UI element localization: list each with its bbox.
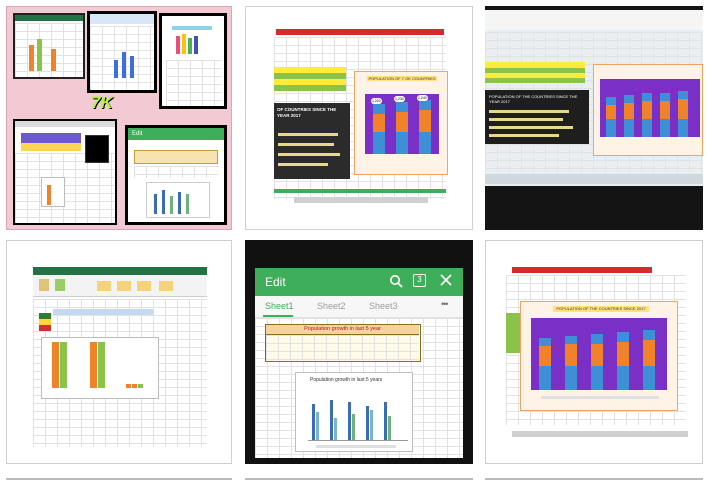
header-cells: [53, 309, 153, 315]
tile6-taskbar: [512, 431, 688, 437]
excel-title-bar: [33, 267, 207, 275]
mobile-chart-title: Population growth in last 5 years: [310, 377, 383, 383]
mobile-chart: Population growth in last 5 years: [295, 372, 413, 452]
monitor-side-title: POPULATION OF THE COUNTRIES SINCE THE YE…: [489, 94, 578, 104]
monitor-side-chart: POPULATION OF THE COUNTRIES SINCE THE YE…: [485, 90, 589, 144]
chart-plot-area: 1,220 1,234 1,240: [365, 94, 439, 154]
bar-chart: [41, 337, 159, 399]
sheet-tab-bar: Sheet1 Sheet2 Sheet3 •••: [255, 296, 463, 318]
sheet-tab-strip: [274, 189, 446, 193]
tab-sheet1[interactable]: Sheet1: [265, 301, 294, 311]
edit-label[interactable]: Edit: [265, 275, 286, 289]
monitor-taskbar: [485, 174, 703, 184]
collage-cell-spreadsheet-bottom-left: [13, 119, 117, 225]
thumbnail-collage[interactable]: 7K Edit: [6, 6, 232, 230]
bar-data-label: 1,240: [417, 95, 428, 101]
thumbnail-mobile-spreadsheet[interactable]: Edit 3 Sheet1 Sheet2 Sheet3 ••• Populati…: [245, 240, 473, 464]
main-chart-frame: POPULATION OF 7 OK COUNTRIES 1,220 1,234…: [354, 71, 448, 175]
flag-cell-red: [39, 325, 51, 331]
tile6-title-bar: [512, 267, 652, 273]
sheets-count-icon[interactable]: 3: [413, 274, 426, 287]
table-title: Population growth in last 5 year: [266, 325, 419, 334]
side-chart-title: OF COUNTRIES SINCE THE YEAR 2017: [277, 107, 337, 118]
close-icon[interactable]: [439, 273, 453, 287]
tab-sheet3[interactable]: Sheet3: [369, 301, 398, 311]
tile6-chart-title: POPULATION OF THE COUNTRIES SINCE 2017: [553, 306, 649, 312]
more-options-icon[interactable]: •••: [441, 299, 449, 309]
search-icon[interactable]: [389, 274, 403, 288]
tile6-chart-frame: POPULATION OF THE COUNTRIES SINCE 2017: [520, 301, 678, 411]
bar-data-label: 1,234: [394, 96, 405, 102]
side-chart-panel: OF COUNTRIES SINCE THE YEAR 2017: [274, 103, 350, 179]
data-table: Population growth in last 5 year: [265, 324, 421, 362]
thumbnail-excel-bar-chart[interactable]: [6, 240, 232, 464]
next-row-edge-center: [245, 478, 473, 480]
thumbnail-monitor-photo[interactable]: POPULATION OF THE COUNTRIES SINCE THE YE…: [485, 6, 703, 230]
title-bar: [276, 29, 444, 35]
badge-7k: 7K: [91, 93, 113, 112]
mobile-header: Edit 3: [255, 268, 463, 296]
tab-sheet2[interactable]: Sheet2: [317, 301, 346, 311]
tile6-plot-area: [531, 318, 667, 390]
next-row-edge-left: [6, 478, 232, 480]
collage-cell-chart-top-center: [87, 11, 157, 93]
monitor-main-chart: [593, 64, 703, 156]
bar-data-label: 1,220: [371, 98, 382, 104]
collage-edit-label: Edit: [132, 131, 143, 137]
collage-cell-spreadsheet-top-left: [13, 13, 85, 79]
next-row-edge-right: [485, 478, 703, 480]
main-chart-title: POPULATION OF 7 OK COUNTRIES: [367, 76, 437, 81]
monitor-screen: POPULATION OF THE COUNTRIES SINCE THE YE…: [485, 10, 703, 186]
thumbnail-excel-stacked-chart[interactable]: POPULATION OF THE COUNTRIES SINCE 2017: [485, 240, 703, 464]
taskbar: [294, 197, 428, 203]
collage-cell-wps-edit: Edit: [125, 125, 227, 225]
thumbnail-excel-population-chart[interactable]: OF COUNTRIES SINCE THE YEAR 2017 POPULAT…: [245, 6, 473, 230]
collage-cell-chart-top-right: [159, 13, 227, 109]
mobile-screen: Edit 3 Sheet1 Sheet2 Sheet3 ••• Populati…: [255, 268, 463, 458]
excel-ribbon: [33, 275, 207, 297]
tab-sheet1-underline: [263, 315, 293, 317]
